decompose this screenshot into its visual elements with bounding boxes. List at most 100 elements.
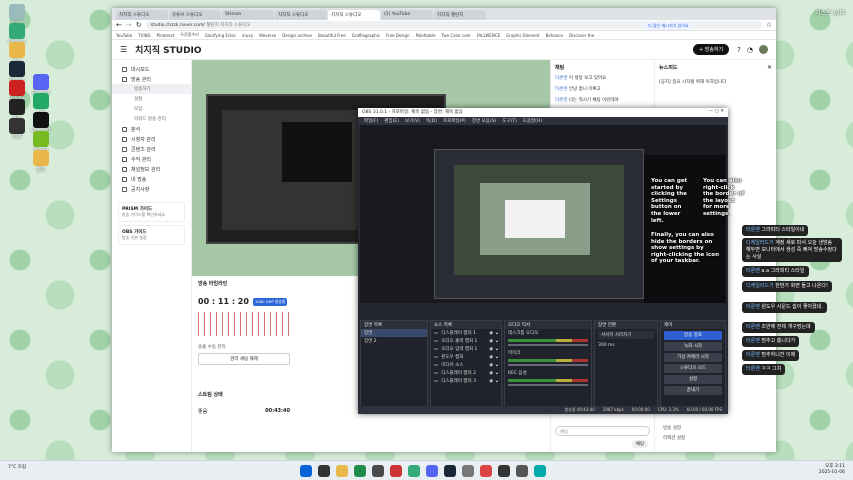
transition-select[interactable]: 서서히 사라지기	[598, 331, 654, 339]
bookmark[interactable]: Discover the	[569, 33, 594, 38]
control-button[interactable]: 끝내기	[664, 386, 722, 395]
source-item[interactable]: ▭ 디스플레이 캡처 3 ◉ 🔒︎	[431, 377, 501, 385]
browser-tab[interactable]: (1) YouTube	[381, 10, 433, 20]
source-item[interactable]: ▭ 오디오 출력 캡처 1 ◉ 🔒︎	[431, 337, 501, 345]
sidebar-item[interactable]: 방송 관리	[112, 74, 191, 84]
obs-menu-item[interactable]: 편집(E)	[384, 118, 399, 124]
forward-icon[interactable]: →	[126, 21, 132, 29]
sidebar-item[interactable]: 설정	[112, 94, 191, 104]
browser-tab[interactable]: 치지직 스튜디오	[275, 10, 327, 20]
taskbar-app-icon[interactable]	[354, 465, 366, 477]
browser-tab[interactable]: 유튜브 스튜디오	[169, 10, 221, 20]
bookmark[interactable]: FALLWENCE	[477, 33, 501, 38]
chat-send-button[interactable]: 채팅	[631, 440, 648, 448]
eye-icon[interactable]: ◉	[489, 371, 493, 376]
taskbar-app-icon[interactable]	[408, 465, 420, 477]
sidebar-item[interactable]: 대시보드	[112, 64, 191, 74]
control-button[interactable]: 방송 종료	[664, 331, 722, 340]
volume-slider[interactable]	[508, 364, 588, 366]
sidebar-item[interactable]: 콘텐츠 관리	[112, 144, 191, 154]
bookmark[interactable]: 두루뭉수리	[180, 32, 198, 38]
live-button[interactable]: + 방송하기	[692, 44, 730, 55]
taskbar-app-icon[interactable]	[462, 465, 474, 477]
obs-menu-item[interactable]: 보기(V)	[405, 118, 420, 124]
sidebar-item[interactable]: 리워드 방송 관리	[112, 114, 191, 124]
taskbar-app-icon[interactable]	[336, 465, 348, 477]
taskbar-app-icon[interactable]	[444, 465, 456, 477]
studio-logo[interactable]: 치지직 STUDIO	[135, 43, 201, 56]
taskbar-app-icon[interactable]	[390, 465, 402, 477]
bookmark[interactable]: Glorifying Eclec	[205, 33, 236, 38]
bookmark[interactable]: Pinterest	[157, 33, 175, 38]
sidebar-item[interactable]: 내 방송	[112, 174, 191, 184]
bookmark[interactable]: Behance	[546, 33, 563, 38]
desktop-icon[interactable]: OBS	[4, 118, 30, 140]
control-button[interactable]: 가상 카메라 시작	[664, 353, 722, 362]
sidebar-item[interactable]: 방송하기	[112, 84, 191, 94]
bookmark[interactable]: muxy	[242, 33, 253, 38]
lock-icon[interactable]: 🔒︎	[496, 355, 498, 359]
scene-item[interactable]: 장면	[361, 329, 427, 337]
eye-icon[interactable]: ◉	[489, 331, 493, 336]
promo-card[interactable]: OBS 가이드 방송 기본 설정	[118, 225, 185, 245]
bookmark[interactable]: Grafilographic	[352, 33, 380, 38]
sidebar-item[interactable]: 모임	[112, 104, 191, 114]
source-item[interactable]: ▭ 미디어 소스 ◉ 🔒︎	[431, 361, 501, 369]
close-icon[interactable]: ✕	[767, 64, 772, 71]
settings-link[interactable]: 리액션 설정	[663, 434, 685, 444]
source-item[interactable]: ▭ 디스플레이 캡처 1 ◉ 🔒︎	[431, 329, 501, 337]
source-item[interactable]: ▭ 윈도우 캡처 ◉ 🔒︎	[431, 353, 501, 361]
bookmark[interactable]: Free Design	[386, 33, 410, 38]
browser-tab[interactable]: 치지직 스튜디오	[328, 10, 380, 20]
eye-icon[interactable]: ◉	[489, 379, 493, 384]
obs-menu-item[interactable]: 독(D)	[426, 118, 437, 124]
weather-widget[interactable]: 7°C 흐림	[8, 465, 26, 471]
promo-card[interactable]: PRISM 가이드 방송 가이드를 확인하세요	[118, 202, 185, 222]
source-item[interactable]: ▭ 디스플레이 캡처 2 ◉ 🔒︎	[431, 369, 501, 377]
bookmark[interactable]: Beautiful Free	[318, 33, 346, 38]
obs-menu-item[interactable]: 파일(F)	[364, 118, 378, 124]
menu-icon[interactable]: ☰	[120, 45, 127, 54]
bell-icon[interactable]: ◔	[747, 46, 753, 54]
browser-tab[interactable]: Stream	[222, 10, 274, 20]
control-button[interactable]: 설정	[664, 375, 722, 384]
browser-tab[interactable]: 치지직 스튜디오	[116, 10, 168, 20]
help-icon[interactable]: ?	[737, 46, 741, 54]
control-button[interactable]: 스튜디오 모드	[664, 364, 722, 373]
clock[interactable]: 오후 3:11 2025-01-06	[819, 464, 845, 477]
obs-menu-item[interactable]: 장면 모음(S)	[472, 118, 496, 124]
desktop-icon[interactable]: 폴더	[28, 150, 54, 173]
taskbar-app-icon[interactable]	[318, 465, 330, 477]
sidebar-item[interactable]: 분석	[112, 124, 191, 134]
volume-slider[interactable]	[508, 384, 588, 386]
lock-icon[interactable]: 🔒︎	[496, 379, 498, 383]
obs-menu-item[interactable]: 프로파일(P)	[443, 118, 466, 124]
bookmark[interactable]: TVING	[138, 33, 150, 38]
back-icon[interactable]: ←	[116, 21, 122, 29]
bookmark[interactable]: Weverse	[259, 33, 276, 38]
refresh-icon[interactable]: ↻	[136, 21, 142, 29]
chat-input[interactable]: 채팅	[555, 426, 650, 436]
bookmark[interactable]: Palettable	[416, 33, 436, 38]
taskbar-app-icon[interactable]	[426, 465, 438, 477]
bookmark[interactable]: Graphic Element	[506, 33, 539, 38]
taskbar-app-icon[interactable]	[498, 465, 510, 477]
lock-icon[interactable]: 🔒︎	[496, 371, 498, 375]
sidebar-item[interactable]: 시청자 관리	[112, 134, 191, 144]
source-item[interactable]: ▭ 오디오 입력 캡처 1 ◉ 🔒︎	[431, 345, 501, 353]
bookmark[interactable]: Design archive	[282, 33, 312, 38]
news-badge[interactable]: 더 많은 메시지가 있어요	[645, 22, 692, 30]
lock-icon[interactable]: 🔒︎	[496, 363, 498, 367]
lock-icon[interactable]: 🔒︎	[496, 339, 498, 343]
sidebar-item[interactable]: 공지사항	[112, 184, 191, 194]
browser-tab[interactable]: 치지직 챌린지	[434, 10, 486, 20]
transition-duration[interactable]: 300 ms	[595, 341, 657, 349]
taskbar-app-icon[interactable]	[480, 465, 492, 477]
taskbar-app-icon[interactable]	[534, 465, 546, 477]
eye-icon[interactable]: ◉	[489, 339, 493, 344]
settings-link[interactable]: 방송 설정	[663, 424, 685, 434]
bookmark[interactable]: YouTube	[116, 33, 132, 38]
sidebar-item[interactable]: 수익 관리	[112, 154, 191, 164]
obs-menu-item[interactable]: 도움말(H)	[523, 118, 542, 124]
scene-item[interactable]: 장면 2	[361, 337, 427, 345]
